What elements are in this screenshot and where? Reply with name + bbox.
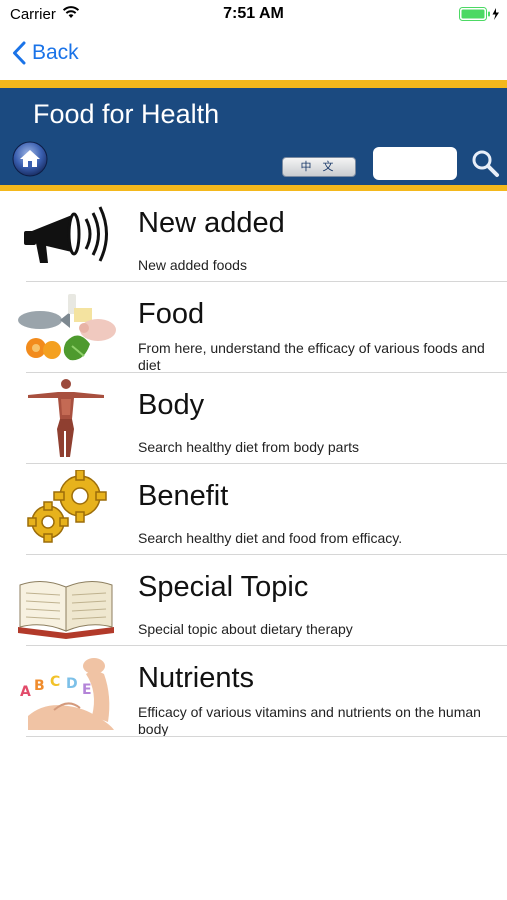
- language-toggle-button[interactable]: 中 文: [282, 157, 356, 177]
- item-description: New added foods: [138, 257, 247, 273]
- back-button[interactable]: Back: [12, 36, 79, 70]
- svg-text:D: D: [66, 676, 78, 692]
- svg-text:C: C: [50, 674, 60, 690]
- status-bar: Carrier 7:51 AM: [0, 0, 507, 28]
- list-item-nutrients[interactable]: A B C D E Nutrients Efficacy of various …: [0, 646, 507, 737]
- menu-list: New added New added foods Food From here…: [0, 191, 507, 737]
- list-item-special-topic[interactable]: Special Topic Special topic about dietar…: [0, 555, 507, 646]
- open-book-image: [18, 581, 114, 639]
- battery-icon: [459, 7, 499, 21]
- item-description: Special topic about dietary therapy: [138, 621, 353, 637]
- list-item-food[interactable]: Food From here, understand the efficacy …: [0, 282, 507, 373]
- home-icon[interactable]: [12, 141, 48, 177]
- back-label: Back: [32, 41, 79, 64]
- gears-icon: [27, 470, 107, 543]
- magnifier-icon[interactable]: [470, 148, 500, 178]
- list-item-benefit[interactable]: Benefit Search healthy diet and food fro…: [0, 464, 507, 555]
- megaphone-icon: [24, 206, 108, 263]
- item-title: Benefit: [138, 480, 229, 512]
- item-description: Search healthy diet and food from effica…: [138, 530, 403, 546]
- svg-text:E: E: [82, 682, 92, 698]
- app-title: Food for Health: [33, 99, 220, 129]
- human-body-image: [28, 379, 104, 457]
- svg-text:B: B: [34, 678, 45, 694]
- status-time: 7:51 AM: [223, 5, 284, 22]
- list-divider: [26, 736, 507, 737]
- list-item-body[interactable]: Body Search healthy diet from body parts: [0, 373, 507, 464]
- chevron-left-icon: [13, 41, 26, 65]
- header-accent-stripe: [0, 80, 507, 88]
- item-title: New added: [138, 207, 285, 239]
- item-title: Body: [138, 389, 205, 421]
- item-description: From here, understand the efficacy of va…: [138, 340, 485, 373]
- list-item-new-added[interactable]: New added New added foods: [0, 191, 507, 282]
- svg-text:A: A: [20, 684, 31, 700]
- item-title: Special Topic: [138, 571, 309, 603]
- item-description: Search healthy diet from body parts: [138, 439, 360, 455]
- app-header: Food for Health 中 文: [0, 88, 507, 185]
- item-title: Nutrients: [138, 662, 255, 694]
- navigation-bar: Back: [0, 28, 507, 80]
- search-input[interactable]: [373, 147, 457, 180]
- food-assortment-image: [18, 294, 116, 361]
- item-description: Efficacy of various vitamins and nutrien…: [138, 704, 481, 737]
- vitamin-arm-image: A B C D E: [20, 658, 114, 730]
- item-title: Food: [138, 298, 205, 330]
